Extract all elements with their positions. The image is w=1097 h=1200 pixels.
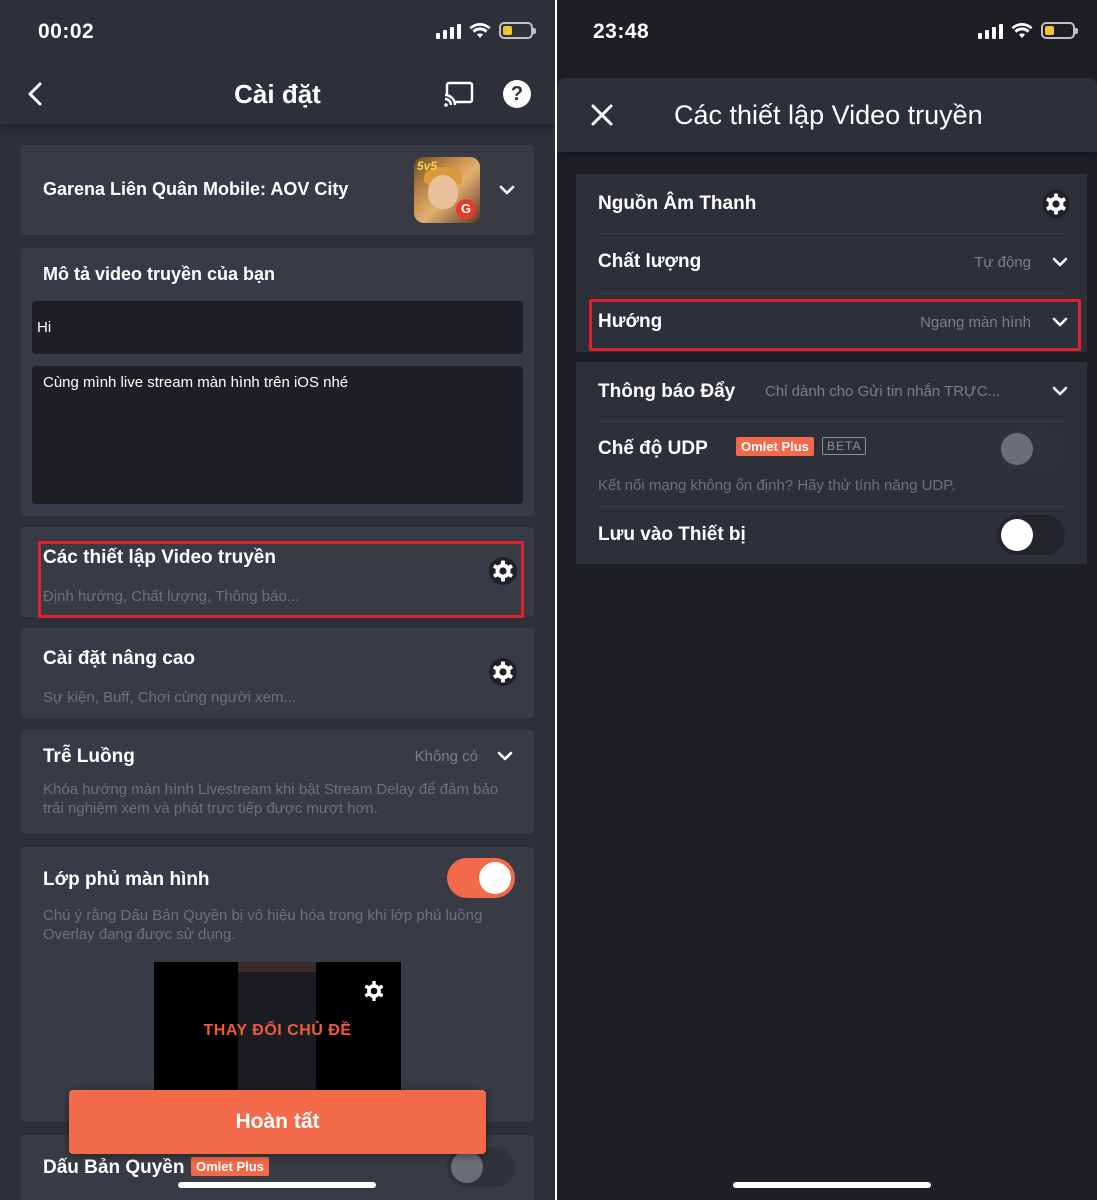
- quality-label: Chất lượng: [598, 251, 702, 272]
- quality-value: Tự động: [974, 254, 1031, 271]
- highlight-orientation: [589, 299, 1081, 351]
- udp-toggle[interactable]: [997, 429, 1065, 469]
- description-label: Mô tả video truyền của bạn: [43, 264, 276, 284]
- battery-icon: [1041, 22, 1078, 39]
- udp-label: Chế độ UDP: [598, 438, 708, 459]
- done-button[interactable]: Hoàn tất: [69, 1090, 486, 1154]
- audio-source-row[interactable]: Nguồn Âm Thanh: [576, 174, 1087, 233]
- status-time: 23:48: [593, 20, 650, 43]
- game-name: Garena Liên Quân Mobile: AOV City: [43, 179, 349, 199]
- omlet-plus-badge: Omlet Plus: [191, 1157, 269, 1176]
- push-notify-value: Chỉ dành cho Gửi tin nhắn TRỰC...: [765, 383, 1001, 400]
- home-indicator: [178, 1182, 376, 1188]
- overlay-toggle[interactable]: [447, 858, 515, 898]
- description-input-value: Cùng mình live stream màn hình trên iOS …: [43, 374, 349, 391]
- save-device-toggle[interactable]: [997, 515, 1065, 555]
- header-bar: Cài đặt ?: [0, 64, 555, 124]
- wifi-icon: [469, 23, 491, 38]
- battery-icon: [499, 22, 536, 39]
- gear-icon[interactable]: [1041, 189, 1071, 219]
- overlay-title: Lớp phủ màn hình: [43, 869, 210, 890]
- status-icons: [978, 22, 1078, 39]
- chevron-down-icon[interactable]: [1051, 382, 1069, 400]
- video-settings-screen: 23:48 Các thiết lập Video truyền Nguồn Â…: [557, 0, 1097, 1200]
- home-indicator: [733, 1182, 931, 1188]
- advanced-settings-subtitle: Sự kiện, Buff, Chơi cùng người xem...: [43, 689, 296, 706]
- description-input[interactable]: Cùng mình live stream màn hình trên iOS …: [32, 366, 523, 504]
- title-input[interactable]: Hi: [32, 301, 523, 354]
- status-bar: 23:48: [557, 0, 1097, 64]
- push-notify-row[interactable]: Thông báo Đẩy Chỉ dành cho Gửi tin nhắn …: [576, 362, 1087, 421]
- overlay-card: Lớp phủ màn hình Chú ý rằng Dấu Bản Quyề…: [21, 847, 534, 1122]
- status-time: 00:02: [38, 20, 95, 43]
- settings-screen: 00:02 Cài đặt ? Garena Liên Quân Mobile:…: [0, 0, 555, 1200]
- status-icons: [436, 22, 536, 39]
- signal-icon: [978, 23, 1003, 39]
- chevron-down-icon[interactable]: [496, 747, 514, 765]
- advanced-settings-card[interactable]: Cài đặt nâng cao Sự kiện, Buff, Chơi cùn…: [21, 628, 534, 718]
- header-bar: Các thiết lập Video truyền: [557, 78, 1097, 152]
- help-icon[interactable]: ?: [503, 80, 531, 108]
- save-device-label: Lưu vào Thiết bị: [598, 524, 746, 545]
- advanced-settings-title: Cài đặt nâng cao: [43, 648, 196, 669]
- highlight-video-settings: [38, 541, 524, 618]
- close-icon[interactable]: [589, 102, 615, 128]
- push-notify-label: Thông báo Đẩy: [598, 381, 736, 402]
- overlay-preview[interactable]: THAY ĐỔI CHỦ ĐỀ: [154, 962, 401, 1092]
- status-bar: 00:02: [0, 0, 555, 64]
- wifi-icon: [1011, 23, 1033, 38]
- udp-row: Chế độ UDP Omlet Plus BETA Kết nối mạng …: [576, 422, 1087, 506]
- omlet-plus-badge: Omlet Plus: [736, 437, 814, 456]
- quality-row[interactable]: Chất lượng Tự động: [576, 234, 1087, 293]
- save-device-row: Lưu vào Thiết bị: [576, 507, 1087, 564]
- stream-delay-card[interactable]: Trễ Luồng Không có Khóa hướng màn hình L…: [21, 730, 534, 834]
- stream-delay-value: Không có: [414, 748, 478, 765]
- game-select-card[interactable]: Garena Liên Quân Mobile: AOV City 5v5 G: [21, 145, 534, 235]
- udp-note: Kết nối mạng không ổn định? Hãy thử tính…: [598, 477, 956, 494]
- overlay-preview-text: THAY ĐỔI CHỦ ĐỀ: [203, 1022, 352, 1039]
- watermark-title: Dấu Bản Quyền: [43, 1157, 185, 1178]
- description-card: Mô tả video truyền của bạn Hi Cùng mình …: [21, 248, 534, 516]
- stream-delay-title: Trễ Luồng: [43, 746, 135, 767]
- page-title: Các thiết lập Video truyền: [674, 99, 983, 130]
- stream-delay-note: Khóa hướng màn hình Livestream khi bật S…: [43, 781, 499, 817]
- overlay-note: Chú ý rằng Dấu Bản Quyền bị vô hiệu hóa …: [43, 907, 483, 943]
- audio-source-label: Nguồn Âm Thanh: [598, 193, 757, 214]
- game-icon: 5v5 G: [414, 157, 480, 223]
- notification-section: Thông báo Đẩy Chỉ dành cho Gửi tin nhắn …: [576, 362, 1087, 564]
- beta-badge: BETA: [822, 437, 867, 455]
- chevron-down-icon[interactable]: [1051, 253, 1069, 271]
- chevron-down-icon[interactable]: [498, 181, 516, 199]
- signal-icon: [436, 23, 461, 39]
- cast-icon[interactable]: [443, 80, 475, 108]
- gear-icon[interactable]: [488, 657, 518, 687]
- gear-icon[interactable]: [361, 978, 387, 1004]
- title-input-value: Hi: [37, 319, 52, 336]
- game-icon-badge: 5v5: [417, 159, 438, 173]
